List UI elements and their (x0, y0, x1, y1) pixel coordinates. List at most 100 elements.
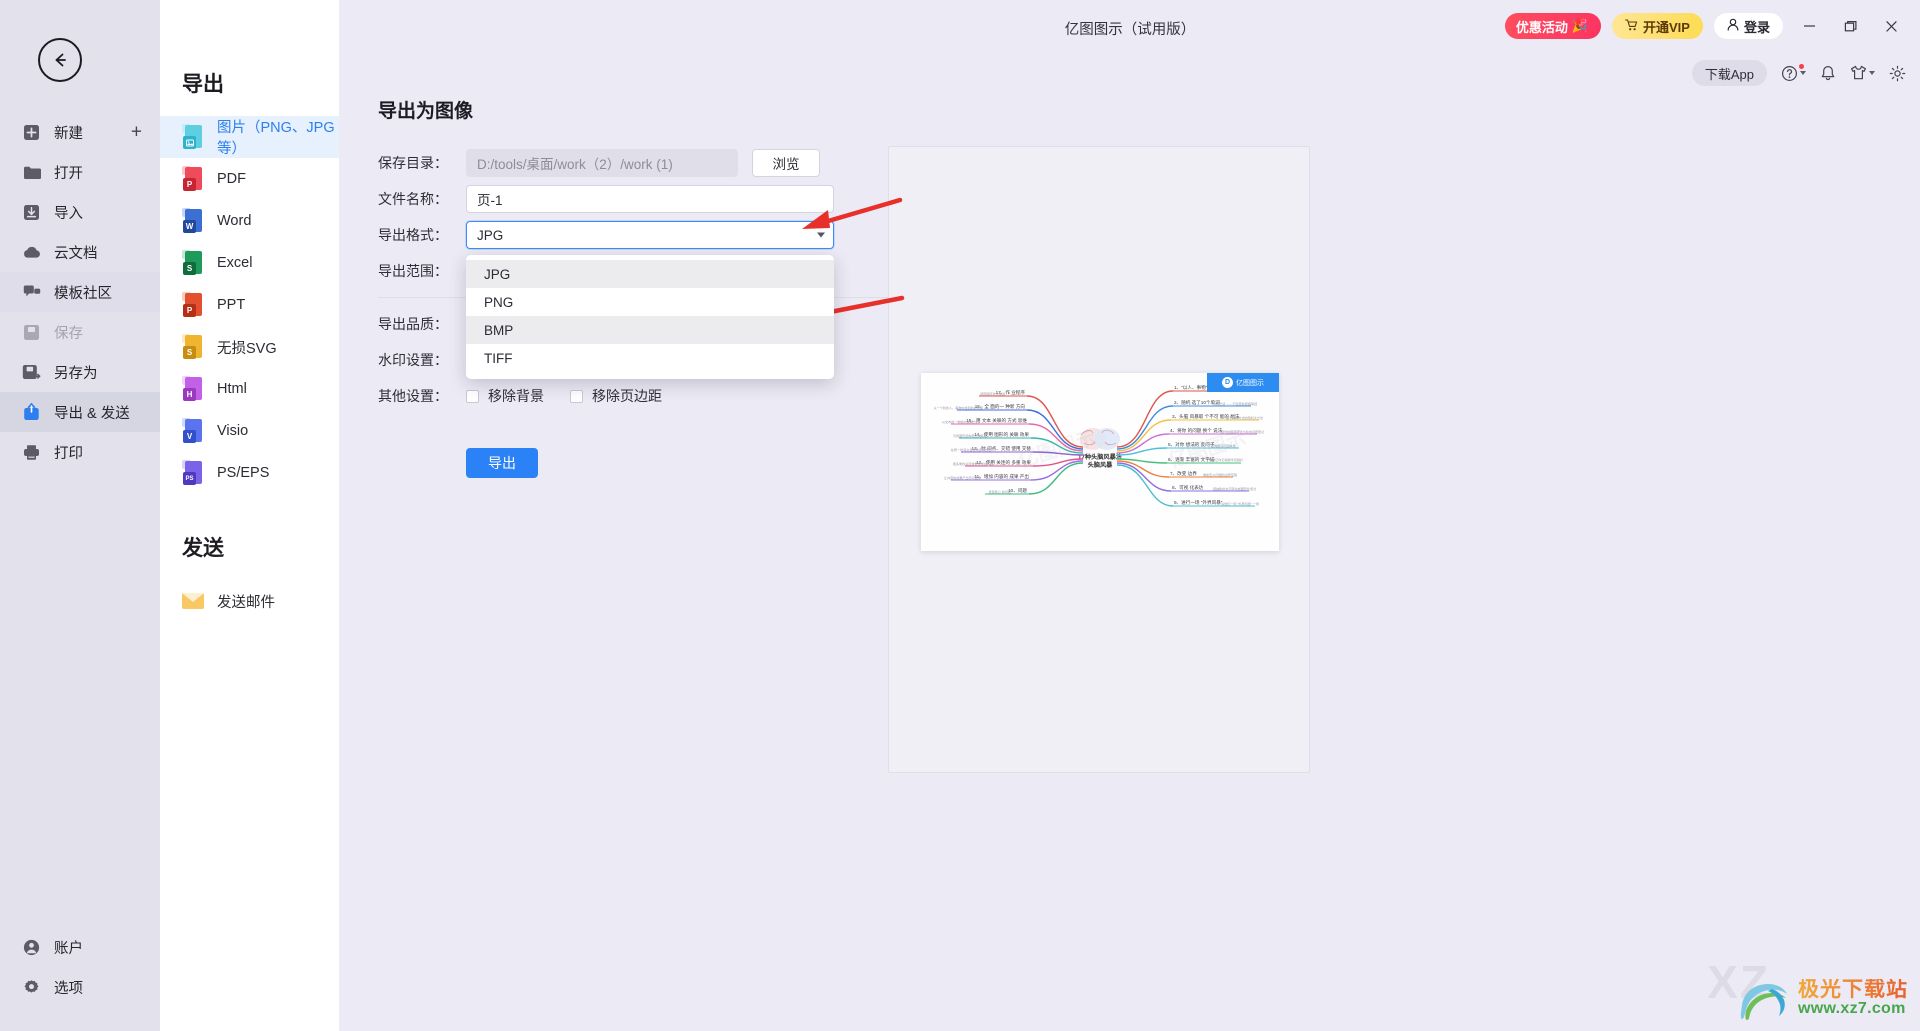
svg-text:4、将你 的问题 换个 说法: 4、将你 的问题 换个 说法 (1170, 427, 1223, 434)
svg-text:让内容的成果产出尽可能多: 让内容的成果产出尽可能多 (944, 475, 981, 480)
login-button[interactable]: 登录 (1713, 13, 1783, 39)
shirt-icon[interactable] (1850, 65, 1875, 81)
maximize-icon[interactable] (1835, 13, 1865, 39)
promo-button[interactable]: 优惠活动 🎉 (1504, 13, 1602, 39)
sidebar-item-options[interactable]: 选项 (0, 967, 160, 1007)
export-type-ps-eps[interactable]: PS PS/EPS (160, 452, 339, 494)
export-type-label: PPT (217, 297, 246, 313)
export-format-dropdown-toggle[interactable]: JPG (466, 221, 834, 249)
sidebar-item-new[interactable]: 新建 + (0, 112, 160, 152)
export-type-label: Html (217, 381, 247, 397)
chevron-down-icon (1869, 71, 1875, 75)
word-file-icon: W (182, 208, 204, 234)
export-format-control: JPG JPG PNG BMP TIFF (466, 221, 834, 379)
form-title: 导出为图像 (378, 101, 474, 122)
svg-text:11、增加 内容的 成果 产出: 11、增加 内容的 成果 产出 (974, 473, 1029, 480)
sidebar-item-label: 打开 (54, 165, 83, 182)
export-format-dropdown-menu: JPG PNG BMP TIFF (466, 255, 834, 379)
sidebar-item-open[interactable]: 打开 (0, 152, 160, 192)
remove-background-checkbox[interactable] (466, 389, 479, 403)
mail-icon (182, 593, 204, 609)
remove-background-label[interactable]: 移除背景 (488, 386, 544, 406)
export-type-html[interactable]: H Html (160, 368, 339, 410)
export-type-visio[interactable]: V Visio (160, 410, 339, 452)
svg-text:从一个新的人、事物中找到新的角度: 从一个新的人、事物中找到新的角度 (934, 405, 984, 410)
ps-file-icon: PS (182, 460, 204, 486)
sidebar-item-label: 导出 & 发送 (54, 405, 130, 422)
close-icon[interactable] (1876, 13, 1906, 39)
sidebar-item-cloud[interactable]: 云文档 (0, 232, 160, 272)
document-thumbnail[interactable]: 17种头脑风暴法 头脑风暴 1、"以人、事物" 成为 灵感 2、随机 选了10个… (921, 373, 1279, 551)
export-type-pdf[interactable]: P PDF (160, 158, 339, 200)
svg-text:头脑风暴: 头脑风暴 (1088, 461, 1114, 469)
remove-page-margin-label[interactable]: 移除页边距 (592, 386, 662, 406)
gear-icon[interactable] (1889, 65, 1906, 82)
svg-text:17种头脑风暴法: 17种头脑风暴法 (1078, 453, 1122, 461)
preview-brand-label: 亿图图示 (1236, 379, 1264, 387)
cart-icon (1625, 18, 1638, 34)
export-icon (22, 403, 41, 422)
watermark-ghost-text: XZ (1707, 956, 1770, 1008)
preview-brand-badge: D 亿图图示 (1207, 373, 1279, 392)
dropdown-option-png[interactable]: PNG (466, 288, 834, 316)
dropdown-option-jpg[interactable]: JPG (466, 260, 834, 288)
export-type-svg[interactable]: S 无损SVG (160, 326, 339, 368)
back-arrow-icon[interactable] (38, 38, 82, 82)
svg-text:基于同样方式的随机大方法: 基于同样方式的随机大方法 (1226, 415, 1263, 420)
sidebar-item-label: 导入 (54, 205, 83, 222)
upgrade-vip-button[interactable]: 开通VIP (1612, 13, 1703, 39)
svg-text:在同一时间交替使用多种方法: 在同一时间交替使用多种方法 (951, 447, 991, 452)
visio-file-icon: V (182, 418, 204, 444)
dropdown-option-bmp[interactable]: BMP (466, 316, 834, 344)
chevron-down-icon[interactable] (817, 232, 825, 238)
export-format-row: 导出格式： JPG JPG PNG BMP TIFF (378, 217, 938, 379)
sidebar-item-label: 打印 (54, 445, 83, 462)
export-type-image[interactable]: 图片（PNG、JPG等） (160, 116, 339, 158)
ppt-file-icon: P (182, 292, 204, 318)
sidebar-item-label: 云文档 (54, 245, 98, 262)
rail-item-list: 新建 + 打开 导入 云文档 模板社区 保存 另存为 导出 & 发送 打印 (0, 112, 160, 472)
export-type-ppt[interactable]: P PPT (160, 284, 339, 326)
file-name-input[interactable]: 页-1 (466, 185, 834, 213)
export-type-excel[interactable]: S Excel (160, 242, 339, 284)
titlebar-subbar: 下载App (1691, 60, 1906, 86)
sidebar-item-print[interactable]: 打印 (0, 432, 160, 472)
svg-text:你的灵感 ——不经意的思绪联结: 你的灵感 ——不经意的思绪联结 (1213, 401, 1257, 406)
send-email-item[interactable]: 发送邮件 (160, 580, 339, 622)
remove-page-margin-checkbox[interactable] (570, 389, 583, 403)
sidebar-item-community[interactable]: 模板社区 (0, 272, 160, 312)
party-icon: 🎉 (1571, 18, 1589, 33)
sidebar-item-account[interactable]: 账户 (0, 927, 160, 967)
svg-text:以文本的一种新的关联方式: 以文本的一种新的关联方式 (942, 419, 979, 424)
minimize-icon[interactable] (1794, 13, 1824, 39)
save-directory-input[interactable]: D:/tools/桌面/work（2）/work (1) (466, 149, 738, 177)
sidebar-item-label: 账户 (54, 940, 83, 957)
svg-text:9、进行一场 "外界风暴": 9、进行一场 "外界风暴" (1174, 499, 1223, 506)
options-gear-icon (22, 978, 41, 997)
sidebar-item-export-send[interactable]: 导出 & 发送 (0, 392, 160, 432)
dropdown-option-tiff[interactable]: TIFF (466, 344, 834, 372)
ps-badge: PS (183, 472, 196, 485)
plus-icon[interactable]: + (131, 123, 142, 142)
sidebar-item-label: 选项 (54, 980, 83, 997)
sidebar-item-label: 保存 (54, 325, 83, 342)
folder-icon (22, 163, 41, 182)
save-icon (22, 323, 41, 342)
pdf-file-icon: P (182, 166, 204, 192)
bell-icon[interactable] (1820, 65, 1836, 82)
export-submit-button[interactable]: 导出 (466, 448, 538, 478)
export-type-word[interactable]: W Word (160, 200, 339, 242)
sidebar-item-import[interactable]: 导入 (0, 192, 160, 232)
svg-text:找到核心 的问题: 找到核心 的问题 (988, 489, 1011, 494)
sidebar-item-save-as[interactable]: 另存为 (0, 352, 160, 392)
image-file-icon (182, 124, 204, 150)
export-image-form: 导出为图像 保存目录： D:/tools/桌面/work（2）/work (1)… (378, 96, 938, 478)
send-item-label: 发送邮件 (217, 594, 275, 611)
browse-button[interactable]: 浏览 (752, 149, 820, 177)
chevron-down-icon (1800, 71, 1806, 75)
help-icon[interactable] (1781, 63, 1806, 82)
preview-card: 17种头脑风暴法 头脑风暴 1、"以人、事物" 成为 灵感 2、随机 选了10个… (888, 146, 1310, 773)
download-app-button[interactable]: 下载App (1691, 60, 1767, 86)
pdf-badge: P (183, 178, 196, 191)
svg-text:请他们一同 "外界风暴" 一场: 请他们一同 "外界风暴" 一场 (1221, 501, 1259, 506)
